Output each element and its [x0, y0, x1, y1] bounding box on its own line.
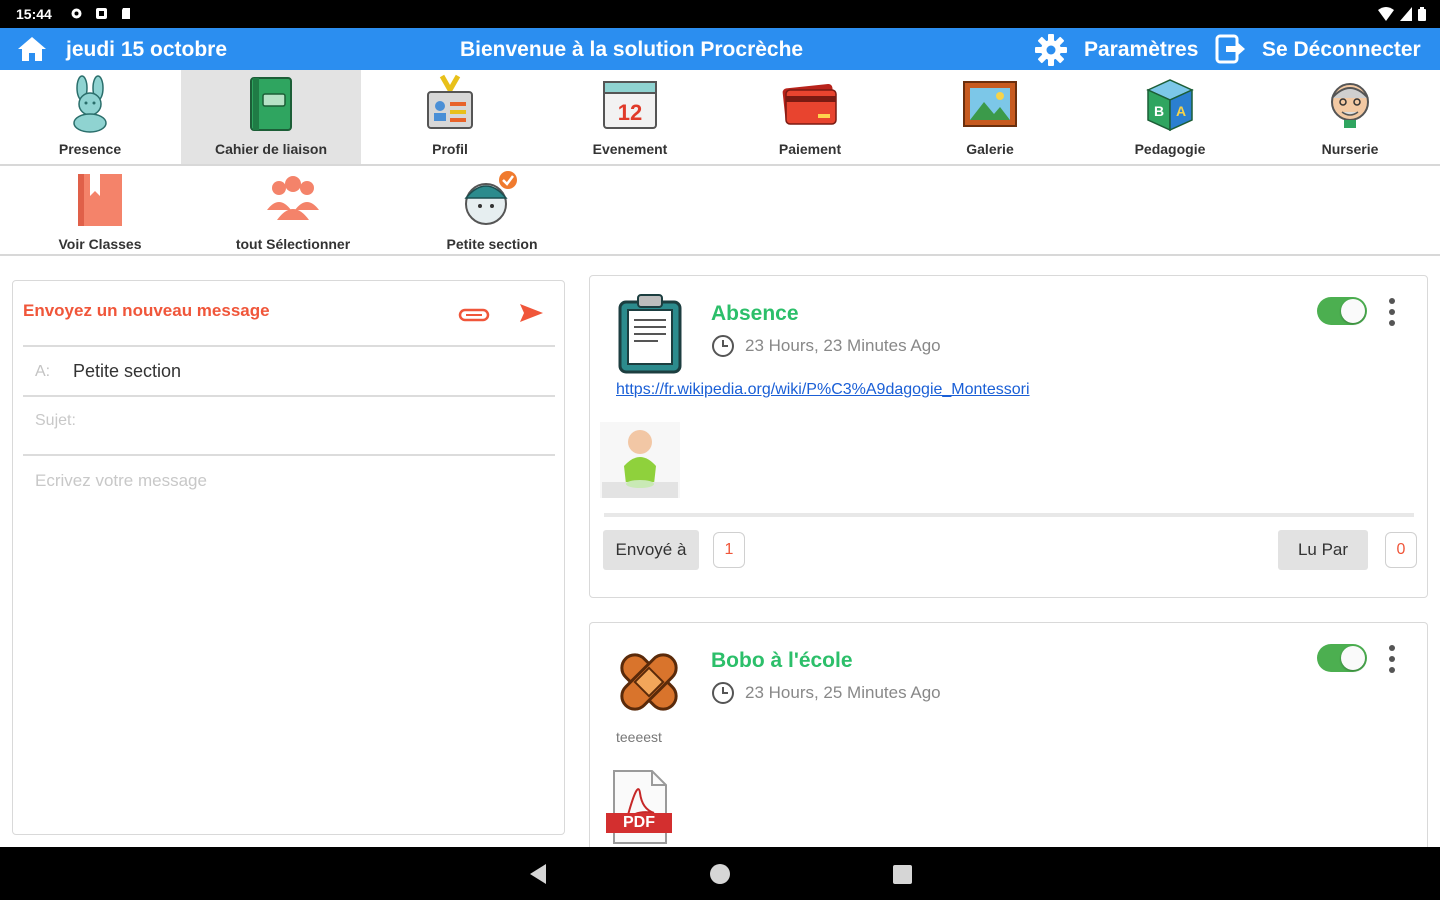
pdf-label: PDF	[623, 814, 655, 831]
more-options-icon[interactable]	[1386, 643, 1398, 675]
subject-field[interactable]: Sujet:	[35, 412, 76, 430]
module-evenement[interactable]: 12 Evenement	[540, 70, 720, 164]
recipient-field[interactable]: Petite section	[73, 361, 181, 382]
module-paiement[interactable]: Paiement	[720, 70, 900, 164]
credit-card-icon	[782, 83, 837, 125]
message-time-text: 23 Hours, 23 Minutes Ago	[745, 336, 941, 355]
pdf-icon	[606, 770, 672, 844]
group-icon	[267, 176, 319, 220]
send-icon[interactable]	[517, 299, 545, 327]
divider	[23, 345, 555, 347]
logout-link[interactable]: Se Déconnecter	[1262, 38, 1421, 62]
sent-to-button[interactable]: Envoyé à	[603, 530, 699, 570]
divider	[604, 513, 1414, 517]
status-bar: 15:44	[0, 0, 1440, 28]
message-author: teeeest	[616, 729, 662, 745]
id-badge-icon	[427, 74, 473, 129]
class-label: Petite section	[446, 236, 538, 252]
module-nurserie[interactable]: Nurserie	[1260, 70, 1440, 164]
message-card[interactable]: Bobo à l'école 23 Hours, 25 Minutes Ago …	[589, 622, 1428, 862]
divider	[23, 395, 555, 397]
class-selector: Voir Classes tout Sélectionner Petite se…	[0, 166, 1440, 256]
message-card[interactable]: Absence 23 Hours, 23 Minutes Ago https:/…	[589, 275, 1428, 598]
message-time: 23 Hours, 23 Minutes Ago	[711, 334, 941, 358]
abc-block-icon: B A	[1146, 79, 1194, 132]
module-presence[interactable]: Presence	[0, 70, 180, 164]
sent-count-badge: 1	[713, 532, 745, 568]
logout-icon[interactable]	[1214, 33, 1246, 65]
module-galerie[interactable]: Galerie	[900, 70, 1080, 164]
class-label: Voir Classes	[58, 236, 142, 252]
header-date: jeudi 15 octobre	[66, 38, 228, 61]
sd-card-icon	[120, 7, 133, 20]
module-label: Profil	[432, 141, 468, 157]
message-toggle[interactable]	[1317, 297, 1367, 325]
settings-link[interactable]: Paramètres	[1084, 38, 1198, 62]
divider	[23, 454, 555, 456]
module-label: Paiement	[778, 141, 842, 157]
rabbit-icon	[73, 75, 107, 133]
message-time: 23 Hours, 25 Minutes Ago	[711, 681, 941, 705]
gear-icon[interactable]	[1034, 33, 1068, 67]
message-title: Absence	[711, 302, 799, 325]
paperclip-icon[interactable]	[457, 303, 491, 327]
message-toggle[interactable]	[1317, 644, 1367, 672]
class-petite-section[interactable]: Petite section	[402, 166, 582, 254]
signal-icon	[1400, 7, 1412, 21]
clock-icon	[712, 335, 734, 357]
square-notification-icon	[95, 7, 108, 20]
module-nav: Presence Cahier de liaison Profil 12 Eve…	[0, 70, 1440, 166]
status-system-icons	[1378, 7, 1426, 21]
calendar-icon: 12	[603, 81, 657, 129]
header-welcome: Bienvenue à la solution Procrèche	[460, 38, 804, 61]
read-by-button[interactable]: Lu Par	[1278, 530, 1368, 570]
system-nav-bar	[0, 847, 1440, 900]
message-title: Bobo à l'école	[711, 649, 853, 672]
settings-notification-icon	[70, 7, 83, 20]
recipient-label: A:	[35, 363, 51, 380]
svg-text:B: B	[1154, 103, 1164, 119]
bookmark-book-icon	[78, 174, 122, 226]
view-classes-button[interactable]: Voir Classes	[10, 166, 190, 254]
module-label: Presence	[58, 141, 122, 157]
svg-text:12: 12	[618, 100, 642, 125]
status-notification-icons	[70, 7, 133, 20]
battery-icon	[1418, 7, 1426, 21]
bandage-icon	[620, 653, 678, 711]
baby-selected-icon	[464, 171, 517, 225]
status-time: 15:44	[16, 6, 52, 22]
back-icon[interactable]	[528, 863, 548, 885]
more-options-icon[interactable]	[1386, 296, 1398, 328]
wifi-icon	[1378, 7, 1394, 21]
clock-icon	[712, 682, 734, 704]
module-label: Evenement	[592, 141, 668, 157]
compose-title: Envoyez un nouveau message	[23, 301, 270, 320]
message-link[interactable]: https://fr.wikipedia.org/wiki/P%C3%A9dag…	[616, 381, 1030, 399]
read-count-badge: 0	[1385, 532, 1417, 568]
class-label: tout Sélectionner	[235, 236, 351, 252]
home-icon[interactable]	[16, 35, 48, 63]
compose-panel: Envoyez un nouveau message A: Petite sec…	[12, 280, 565, 835]
module-label: Nurserie	[1321, 141, 1379, 157]
recent-apps-icon[interactable]	[893, 865, 912, 884]
module-profil[interactable]: Profil	[360, 70, 540, 164]
message-field[interactable]: Ecrivez votre message	[35, 471, 207, 491]
select-all-button[interactable]: tout Sélectionner	[203, 166, 383, 254]
message-time-text: 23 Hours, 25 Minutes Ago	[745, 683, 941, 702]
picture-frame-icon	[963, 81, 1017, 127]
module-label: Pedagogie	[1134, 141, 1206, 157]
svg-text:A: A	[1176, 103, 1186, 119]
module-label: Cahier de liaison	[214, 141, 328, 157]
clipboard-icon	[618, 294, 682, 374]
app-header: jeudi 15 octobre Bienvenue à la solution…	[0, 28, 1440, 70]
baby-photo-thumbnail[interactable]	[600, 422, 680, 498]
grandpa-icon	[1331, 83, 1369, 128]
module-cahier-de-liaison[interactable]: Cahier de liaison	[181, 70, 361, 164]
module-pedagogie[interactable]: B A Pedagogie	[1080, 70, 1260, 164]
pdf-attachment[interactable]: PDF	[604, 769, 674, 845]
home-button-icon[interactable]	[710, 864, 730, 884]
module-label: Galerie	[966, 141, 1014, 157]
notebook-icon	[250, 77, 292, 131]
